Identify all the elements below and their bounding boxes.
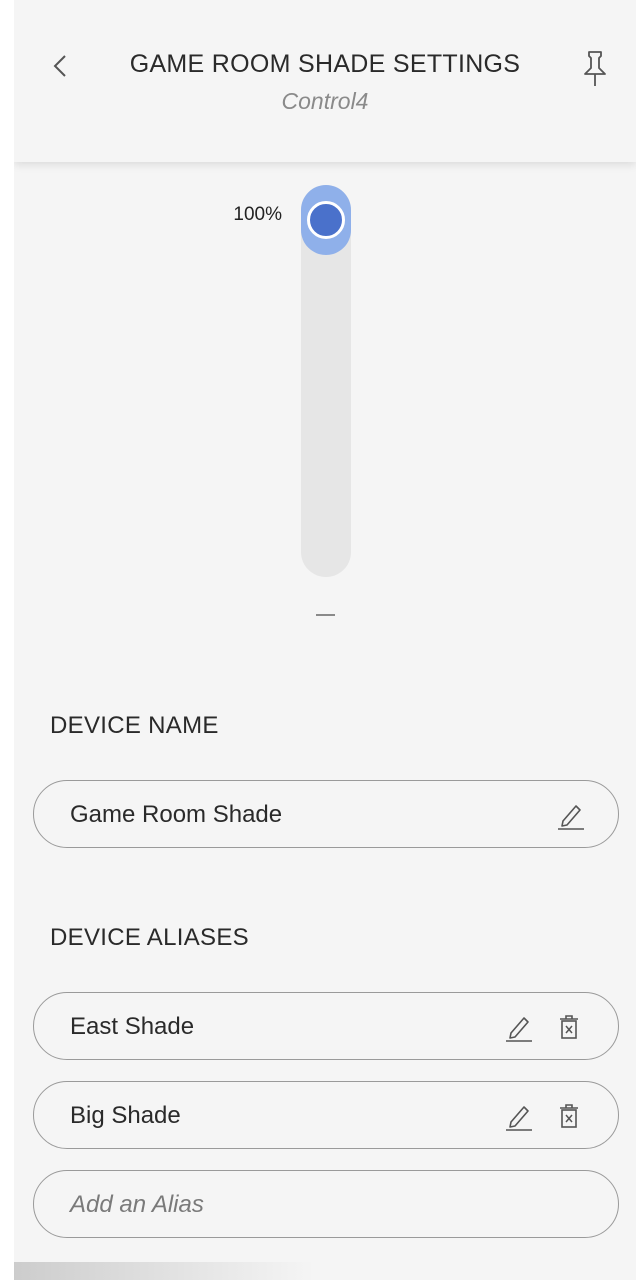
device-name-value: Game Room Shade xyxy=(70,801,283,828)
shade-settings-screen: GAME ROOM SHADE SETTINGS Control4 100% D… xyxy=(14,0,636,1280)
slider-thumb[interactable] xyxy=(307,201,345,239)
header-bar: GAME ROOM SHADE SETTINGS Control4 xyxy=(14,0,636,162)
edit-alias-button[interactable] xyxy=(502,1010,536,1044)
back-button[interactable] xyxy=(42,46,82,86)
edit-alias-button[interactable] xyxy=(502,1099,536,1133)
shade-level-slider[interactable] xyxy=(301,185,351,577)
alias-label: Big Shade xyxy=(70,1102,181,1129)
device-aliases-heading: DEVICE ALIASES xyxy=(50,924,249,951)
add-alias-placeholder: Add an Alias xyxy=(70,1191,204,1218)
slider-value-label: 100% xyxy=(233,204,282,225)
add-alias-input[interactable]: Add an Alias xyxy=(33,1170,619,1238)
slider-min-mark xyxy=(316,614,335,616)
pencil-icon xyxy=(558,805,584,830)
edit-name-button[interactable] xyxy=(554,798,588,832)
bottom-shadow xyxy=(14,1262,314,1280)
trash-icon xyxy=(560,1015,578,1039)
page-subtitle: Control4 xyxy=(281,88,369,114)
delete-alias-button[interactable] xyxy=(552,1099,586,1133)
pin-button[interactable] xyxy=(576,46,614,90)
delete-alias-button[interactable] xyxy=(552,1010,586,1044)
device-name-field[interactable]: Game Room Shade xyxy=(33,780,619,848)
trash-icon xyxy=(560,1104,578,1128)
alias-item[interactable]: East Shade xyxy=(33,992,619,1060)
pin-icon xyxy=(584,51,606,86)
alias-label: East Shade xyxy=(70,1013,195,1040)
pencil-icon xyxy=(506,1017,532,1042)
chevron-left-icon xyxy=(53,55,66,77)
alias-item[interactable]: Big Shade xyxy=(33,1081,619,1149)
pencil-icon xyxy=(506,1106,532,1131)
page-title: GAME ROOM SHADE SETTINGS xyxy=(129,50,521,78)
device-name-heading: DEVICE NAME xyxy=(50,712,219,739)
